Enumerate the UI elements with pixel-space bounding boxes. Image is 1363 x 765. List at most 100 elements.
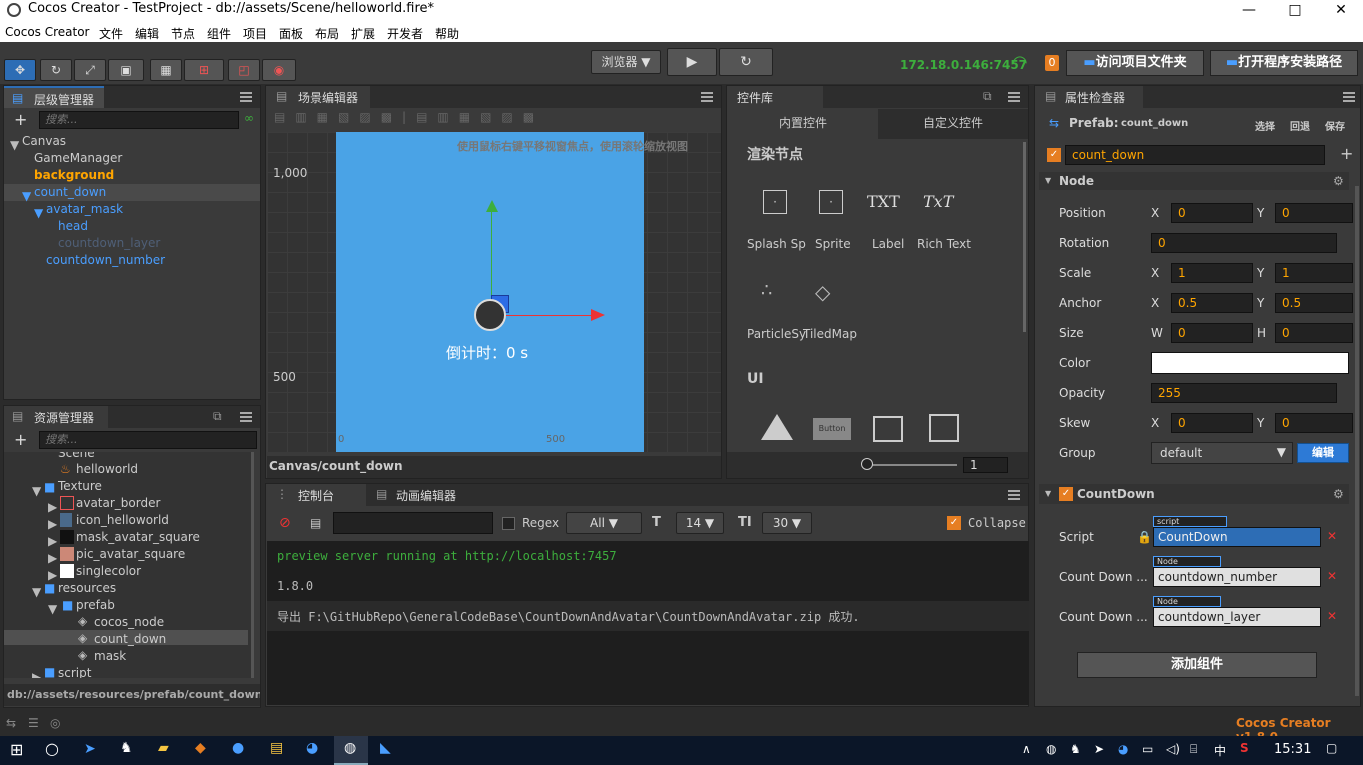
popout-icon[interactable]: ⧉ [983, 89, 992, 104]
tree-item[interactable]: Scene [58, 452, 95, 460]
rotation-input[interactable]: 0 [1151, 233, 1337, 253]
countdown-number-field[interactable]: countdown_number [1153, 567, 1321, 587]
play-icon[interactable]: ▶ [667, 48, 717, 76]
global-icon[interactable]: ◉ [262, 59, 296, 81]
tree-item[interactable]: prefab [76, 598, 115, 612]
node-active-checkbox[interactable]: ✓ [1047, 148, 1061, 162]
add-asset-icon[interactable]: + [14, 430, 27, 449]
search-circle-icon[interactable]: ○ [45, 739, 59, 758]
splash-sprite-icon[interactable]: · [763, 190, 787, 214]
rect-tool-icon[interactable]: ▣ [108, 59, 144, 81]
menu-help[interactable]: 帮助 [435, 25, 459, 42]
tree-node[interactable]: countdown_number [46, 253, 165, 267]
tab-assets[interactable]: ▤ 资源管理器 [4, 406, 108, 428]
position-x-input[interactable]: 0 [1171, 203, 1253, 223]
menu-edit[interactable]: 编辑 [135, 25, 159, 42]
script-field[interactable]: CountDown [1153, 527, 1321, 547]
anchor-x-input[interactable]: 0.5 [1171, 293, 1253, 313]
network-icon[interactable]: ⌸ [1190, 742, 1197, 757]
tree-node[interactable]: Canvas [22, 134, 66, 148]
windows-start-icon[interactable]: ⊞ [10, 740, 23, 759]
tree-item[interactable]: singlecolor [76, 564, 141, 578]
tree-item[interactable]: cocos_node [94, 615, 164, 629]
edit-group-button[interactable]: 编辑 [1297, 443, 1349, 463]
eye-icon[interactable]: ◎ [50, 716, 60, 730]
panel-menu-icon[interactable] [1008, 490, 1020, 500]
fold-icon[interactable]: ▶ [32, 670, 41, 678]
font-size-select[interactable]: 14 ▼ [676, 512, 724, 534]
tab-console[interactable]: ⋮ 控制台 [266, 484, 366, 506]
menu-node[interactable]: 节点 [171, 25, 195, 42]
collapse-checkbox[interactable]: ✓ [947, 516, 961, 530]
browser-icon[interactable]: ◕ [306, 740, 318, 756]
tree-node[interactable]: avatar_mask [46, 202, 123, 216]
database-icon[interactable]: ☰ [28, 716, 39, 730]
remove-icon[interactable]: ✕ [1327, 569, 1337, 583]
hierarchy-search-input[interactable]: 搜索... [39, 111, 239, 129]
zoom-input[interactable]: 1 [963, 457, 1008, 473]
tree-item[interactable]: helloworld [76, 462, 138, 476]
countdown-label[interactable]: 倒计时：0 s [446, 342, 528, 363]
size-h-input[interactable]: 0 [1275, 323, 1353, 343]
scale-y-input[interactable]: 1 [1275, 263, 1353, 283]
scrollview-widget-icon[interactable] [929, 414, 959, 442]
add-node-icon[interactable]: + [14, 110, 27, 129]
menu-layout[interactable]: 布局 [315, 25, 339, 42]
refresh-icon[interactable]: ↻ [719, 48, 773, 76]
explorer-icon[interactable]: ▰ [158, 740, 169, 756]
fold-icon[interactable]: ▼ [34, 206, 43, 220]
node-section-header[interactable]: ▼ Node ⚙ [1039, 172, 1349, 190]
tray-app-icon[interactable]: ◍ [1046, 742, 1056, 756]
app-icon[interactable]: ◆ [195, 740, 206, 756]
maximize-button[interactable]: □ [1272, 0, 1318, 22]
menu-cocos[interactable]: Cocos Creator [5, 25, 90, 39]
tab-scene[interactable]: ▤ 场景编辑器 [266, 86, 370, 108]
prefab-save-button[interactable]: 保存 [1325, 118, 1345, 133]
widget-label[interactable]: Splash Sp [747, 237, 806, 251]
widget-label[interactable]: ParticleSy [747, 327, 806, 341]
close-button[interactable]: ✕ [1318, 0, 1363, 22]
fold-icon[interactable]: ▼ [48, 602, 57, 616]
remove-icon[interactable]: ✕ [1327, 529, 1337, 543]
cocos-creator-task[interactable]: ◍ [334, 736, 368, 765]
skew-x-input[interactable]: 0 [1171, 413, 1253, 433]
tab-inspector[interactable]: ▤ 属性检查器 [1035, 86, 1143, 108]
tray-qq-icon[interactable]: ♞ [1070, 742, 1081, 756]
scrollbar[interactable] [251, 452, 254, 678]
open-install-folder-button[interactable]: ▬打开程序安装路径 [1210, 50, 1358, 76]
volume-icon[interactable]: ◁) [1166, 742, 1180, 756]
local-icon[interactable]: ◰ [228, 59, 260, 81]
tray-chevron-icon[interactable]: ∧ [1022, 742, 1031, 756]
anchor-y-input[interactable]: 0.5 [1275, 293, 1353, 313]
tree-item[interactable]: resources [58, 581, 116, 595]
tab-hierarchy[interactable]: ▤ 层级管理器 [4, 86, 104, 108]
widget-label[interactable]: Sprite [815, 237, 851, 251]
tree-item[interactable]: avatar_border [76, 496, 160, 510]
color-swatch[interactable] [1151, 352, 1349, 374]
tray-telegram-icon[interactable]: ➤ [1094, 742, 1104, 756]
tiled-map-icon[interactable]: ◇ [815, 280, 830, 304]
panel-menu-icon[interactable] [1343, 92, 1355, 102]
tree-item[interactable]: Texture [58, 479, 102, 493]
avatar-head[interactable] [474, 299, 506, 331]
telegram-icon[interactable]: ➤ [84, 741, 96, 757]
fold-icon[interactable]: ▶ [48, 551, 57, 565]
gear-icon[interactable]: ⚙ [1333, 174, 1344, 188]
tree-node[interactable]: countdown_layer [58, 236, 160, 250]
menu-component[interactable]: 组件 [207, 25, 231, 42]
clock[interactable]: 15:31 [1274, 742, 1311, 757]
fold-icon[interactable]: ▼ [32, 484, 41, 498]
tree-item[interactable]: icon_helloworld [76, 513, 169, 527]
size-w-input[interactable]: 0 [1171, 323, 1253, 343]
gear-icon[interactable]: ⚙ [1333, 487, 1344, 501]
prefab-select-button[interactable]: 选择 [1255, 118, 1275, 133]
scrollbar[interactable] [1355, 186, 1359, 696]
ime-indicator[interactable]: 中 [1214, 742, 1226, 759]
sprite-icon[interactable]: · [819, 190, 843, 214]
node-name-input[interactable]: count_down [1065, 145, 1325, 165]
fold-icon[interactable]: ▶ [48, 568, 57, 582]
scale-x-input[interactable]: 1 [1171, 263, 1253, 283]
widget-triangle-icon[interactable] [761, 414, 793, 440]
panel-menu-icon[interactable] [240, 92, 252, 102]
tray-browser-icon[interactable]: ◕ [1118, 742, 1128, 756]
